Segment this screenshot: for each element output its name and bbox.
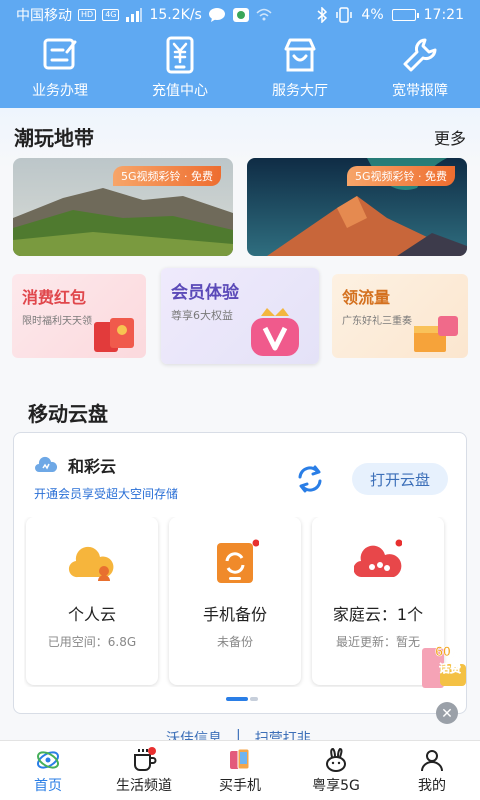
banner-tag: 5G视频彩铃 · 免费 (346, 166, 455, 186)
open-cloud-button[interactable]: 打开云盘 (352, 463, 448, 495)
tile-personal-cloud[interactable]: 个人云 已用空间：6.8G (26, 517, 158, 685)
form-edit-icon (43, 38, 77, 70)
tile-phone-backup[interactable]: 手机备份 未备份 (169, 517, 301, 685)
phone-yuan-icon (166, 36, 194, 74)
close-icon[interactable]: ✕ (436, 702, 458, 724)
cloud-logo-icon (35, 456, 58, 472)
trend-section-title: 潮玩地带 (14, 126, 94, 150)
main-content: 潮玩地带 更多 5G视频彩铃 · 免费 5G视频彩铃 · 免费 消费红包 限时福… (0, 108, 480, 740)
promo-row: 消费红包 限时福利天天领 会员体验 尊享6大权益 领流量 广东好礼三重奏 (12, 268, 468, 364)
clock: 17:21 (423, 7, 464, 23)
notification-dot (148, 747, 156, 755)
cloud-brand-name: 和彩云 (68, 457, 117, 476)
personal-cloud-icon (68, 546, 114, 581)
wrench-icon (403, 38, 437, 72)
cloud-section-title: 移动云盘 (28, 402, 108, 426)
tile-sub: 最近更新：暂无 (335, 635, 420, 649)
hd-badge: HD (78, 9, 97, 21)
nav-business[interactable]: 业务办理 (5, 36, 115, 100)
cloud-card: 和彩云 开通会员享受超大空间存储 打开云盘 个人云 已用空间：6.8G 手机备份… (13, 432, 467, 714)
crown-v-badge-icon (251, 308, 299, 356)
trend-section-header: 潮玩地带 更多 (0, 122, 480, 151)
promo-title: 消费红包 (22, 288, 87, 307)
nav-recharge-label: 充值中心 (152, 83, 208, 99)
floating-coupon-badge[interactable]: 60元 话费 (420, 638, 476, 694)
cloud-brand: 和彩云 (34, 453, 116, 477)
nav-service-hall[interactable]: 服务大厅 (245, 36, 355, 100)
phone-backup-icon (217, 539, 259, 583)
promo-title: 会员体验 (171, 283, 239, 303)
promo-title: 领流量 (342, 288, 391, 307)
banner-aurora-peak[interactable]: 5G视频彩铃 · 免费 (247, 158, 467, 256)
app-notify-icon (232, 8, 249, 22)
nav-broadband-repair-label: 宽带报障 (392, 83, 448, 99)
indicator-inactive (250, 697, 258, 701)
message-icon (208, 8, 225, 22)
tile-name: 个人云 (67, 605, 116, 624)
peek-links: 沃佳信息 | 扫营打非 (166, 728, 311, 740)
vibrate-icon (336, 7, 353, 23)
status-bar: 中国移动 HD 4G 15.2K/s 4% 17:21 (0, 0, 480, 30)
coupon-label: 话费 (439, 661, 461, 675)
tab-buy-phone-label: 买手机 (219, 777, 261, 794)
nav-service-hall-label: 服务大厅 (272, 83, 328, 99)
carrier-name: 中国移动 (16, 8, 72, 24)
tab-mine-label: 我的 (418, 777, 446, 794)
bottom-nav: 首页 生活频道 买手机 粤享5G 我的 (0, 740, 480, 800)
tab-buy-phone[interactable]: 买手机 (192, 741, 288, 800)
user-icon (421, 749, 443, 771)
network-type: 4G (102, 9, 120, 21)
battery-percent: 4% (361, 7, 384, 23)
coupon-amount: 60元 (435, 643, 465, 659)
banner-mountain-meadow[interactable]: 5G视频彩铃 · 免费 (13, 158, 233, 256)
tab-5g[interactable]: 粤享5G (288, 741, 384, 800)
cloud-tiles: 个人云 已用空间：6.8G 手机备份 未备份 家庭云：1个 最近更新：暂无 (24, 517, 458, 687)
red-envelope-icon (94, 318, 134, 352)
banner-row: 5G视频彩铃 · 免费 5G视频彩铃 · 免费 (13, 158, 467, 258)
phones-icon (230, 748, 250, 769)
battery-icon (391, 9, 419, 21)
cloud-section-header: 移动云盘 (14, 398, 122, 427)
family-cloud-icon (354, 539, 402, 578)
tab-5g-label: 粤享5G (312, 777, 360, 794)
sync-icon[interactable] (294, 463, 326, 495)
tile-name: 手机备份 (202, 605, 267, 624)
banner-tag: 5G视频彩铃 · 免费 (112, 166, 221, 186)
bluetooth-icon (317, 7, 328, 23)
top-nav: 业务办理 充值中心 服务大厅 宽带报障 (0, 30, 480, 108)
cloud-subtitle[interactable]: 开通会员享受超大空间存储 (34, 485, 178, 502)
peek-link[interactable]: 扫营打非 (255, 728, 311, 740)
net-speed: 15.2K/s (149, 7, 202, 23)
nav-business-label: 业务办理 (32, 83, 88, 99)
nav-recharge[interactable]: 充值中心 (125, 36, 235, 100)
tab-life-channel-label: 生活频道 (116, 777, 172, 794)
tile-sub: 未备份 (216, 635, 253, 649)
store-icon (284, 38, 316, 72)
gift-box-icon (414, 316, 458, 352)
peek-link[interactable]: 沃佳信息 (166, 728, 222, 740)
peek-divider: | (236, 728, 241, 740)
tab-life-channel[interactable]: 生活频道 (96, 741, 192, 800)
rabbit-mascot-icon (326, 747, 346, 772)
more-link[interactable]: 更多 (434, 125, 466, 149)
tile-sub: 已用空间：6.8G (47, 635, 137, 649)
tab-home[interactable]: 首页 (0, 741, 96, 800)
page-indicator (226, 697, 258, 701)
signal-icon (126, 8, 143, 22)
promo-data-gift[interactable]: 领流量 广东好礼三重奏 (332, 274, 468, 358)
nav-broadband-repair[interactable]: 宽带报障 (365, 36, 475, 100)
promo-red-envelope[interactable]: 消费红包 限时福利天天领 (12, 274, 146, 358)
china-mobile-logo-icon (37, 750, 59, 769)
tab-home-label: 首页 (34, 777, 62, 794)
promo-member-trial[interactable]: 会员体验 尊享6大权益 (161, 268, 319, 364)
tile-name: 家庭云：1个 (332, 605, 424, 624)
wifi-icon (256, 8, 272, 21)
tab-mine[interactable]: 我的 (384, 741, 480, 800)
indicator-active (226, 697, 248, 701)
